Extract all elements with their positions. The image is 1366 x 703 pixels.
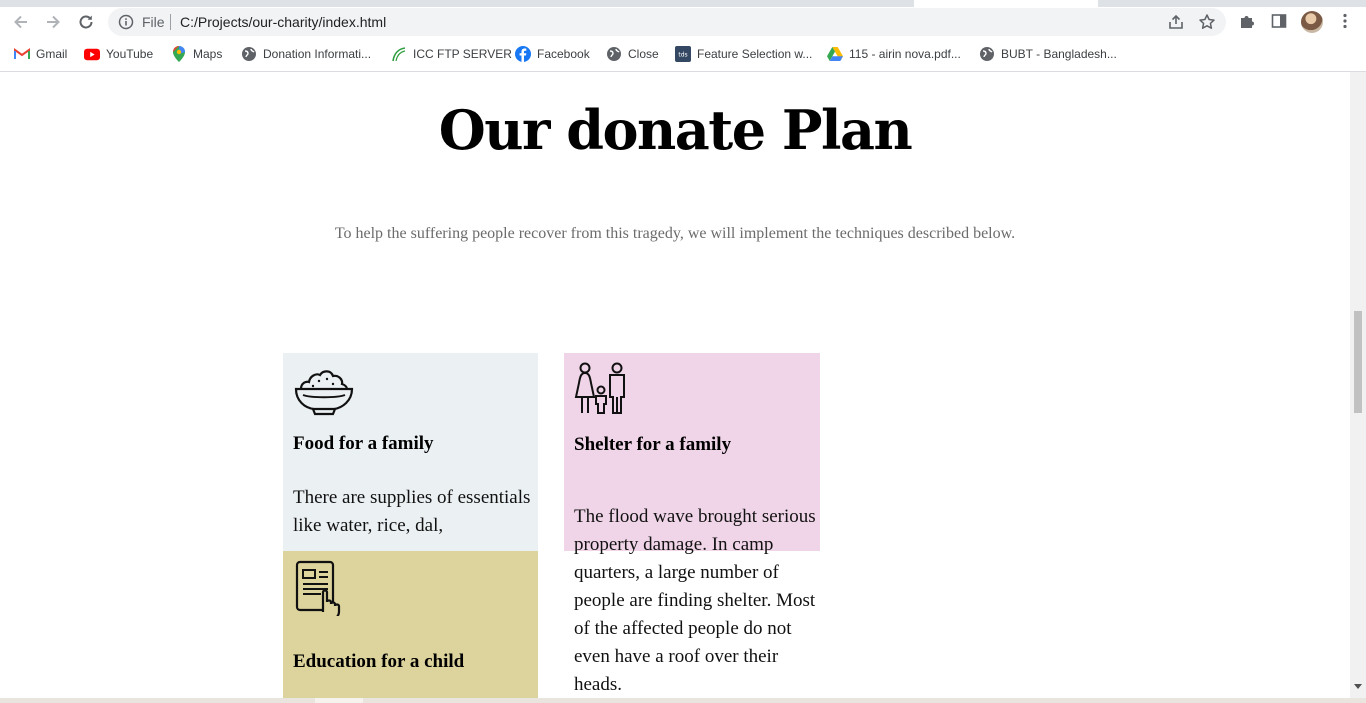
bookmark-bubt[interactable]: BUBT - Bangladesh... [979, 45, 1117, 63]
back-button[interactable] [9, 10, 33, 34]
profile-avatar[interactable] [1301, 11, 1323, 33]
extensions-puzzle-icon[interactable] [1238, 12, 1256, 30]
bookmark-icc-ftp-server[interactable]: ICC FTP SERVER [391, 45, 512, 63]
page-scrollbar[interactable] [1350, 72, 1366, 698]
page-subtitle: To help the suffering people recover fro… [334, 225, 1016, 242]
back-arrow-icon [14, 15, 27, 29]
page-title: Our donate Plan [438, 98, 913, 162]
active-tab[interactable] [914, 0, 1098, 7]
drive-icon [827, 46, 843, 62]
globe-icon [606, 46, 622, 62]
maps-icon [171, 46, 187, 62]
bookmark-donation-information[interactable]: Donation Informati... [241, 45, 371, 63]
education-tablet-icon [295, 560, 341, 616]
scroll-down-arrow-icon[interactable] [1354, 684, 1362, 689]
food-card: Food for a family There are supplies of … [283, 353, 538, 553]
facebook-icon [515, 46, 531, 62]
forward-button[interactable] [41, 10, 65, 34]
card-text: The flood wave brought serious property … [574, 506, 816, 695]
bookmark-label: Maps [193, 47, 223, 61]
bookmark-label: Close [628, 47, 659, 61]
bookmark-maps[interactable]: Maps [171, 45, 222, 63]
bookmark-star-icon[interactable] [1198, 13, 1216, 31]
globe-icon [979, 46, 995, 62]
gmail-icon [14, 46, 30, 62]
bookmark-airin-nova-pdf[interactable]: 115 - airin nova.pdf... [827, 45, 961, 63]
bookmark-label: 115 - airin nova.pdf... [849, 47, 961, 61]
url-separator [170, 14, 171, 30]
card-text: There are supplies of essentials like wa… [293, 487, 531, 536]
bookmark-label: Facebook [537, 47, 590, 61]
bookmark-label: BUBT - Bangladesh... [1001, 47, 1117, 61]
bookmark-label: YouTube [106, 47, 154, 61]
icc-icon [391, 46, 407, 62]
bottom-edge [0, 698, 1366, 703]
card-heading: Food for a family [293, 433, 434, 454]
bookmarks-bar: Gmail YouTube Maps Donation Informati...… [0, 37, 1366, 72]
family-icon [574, 362, 625, 414]
browser-toolbar: File C:/Projects/our-charity/index.html [0, 7, 1366, 37]
forward-arrow-icon [47, 15, 60, 29]
reload-button[interactable] [74, 10, 98, 34]
page-viewport: Our donate Plan To help the suffering pe… [0, 72, 1350, 698]
card-heading: Education for a child [293, 651, 465, 672]
side-panel-icon[interactable] [1270, 12, 1288, 30]
reload-icon [79, 15, 93, 29]
bookmark-youtube[interactable]: YouTube [84, 45, 153, 63]
bookmark-label: ICC FTP SERVER [413, 47, 512, 61]
bookmark-close[interactable]: Close [606, 45, 659, 63]
address-bar[interactable]: File C:/Projects/our-charity/index.html [108, 8, 1226, 36]
share-icon[interactable] [1167, 13, 1185, 31]
url-scheme-label: File [142, 14, 165, 30]
food-bowl-icon [294, 370, 354, 416]
youtube-icon [84, 46, 100, 62]
card-heading: Shelter for a family [574, 434, 732, 455]
browser-menu-icon[interactable] [1336, 12, 1354, 30]
education-card: Education for a child [283, 551, 538, 698]
tab-strip [0, 0, 1366, 7]
globe-icon [241, 46, 257, 62]
scrollbar-thumb[interactable] [1354, 311, 1362, 413]
url-text[interactable]: C:/Projects/our-charity/index.html [180, 14, 386, 30]
bookmark-label: Feature Selection w... [697, 47, 813, 61]
bookmark-label: Gmail [36, 47, 68, 61]
bookmark-label: Donation Informati... [263, 47, 372, 61]
bookmark-facebook[interactable]: Facebook [515, 45, 590, 63]
bookmark-feature-selection[interactable]: tds Feature Selection w... [675, 45, 812, 63]
svg-text:tds: tds [678, 52, 687, 59]
site-info-icon[interactable] [118, 14, 134, 30]
tds-icon: tds [675, 46, 691, 62]
bookmark-gmail[interactable]: Gmail [14, 45, 67, 63]
